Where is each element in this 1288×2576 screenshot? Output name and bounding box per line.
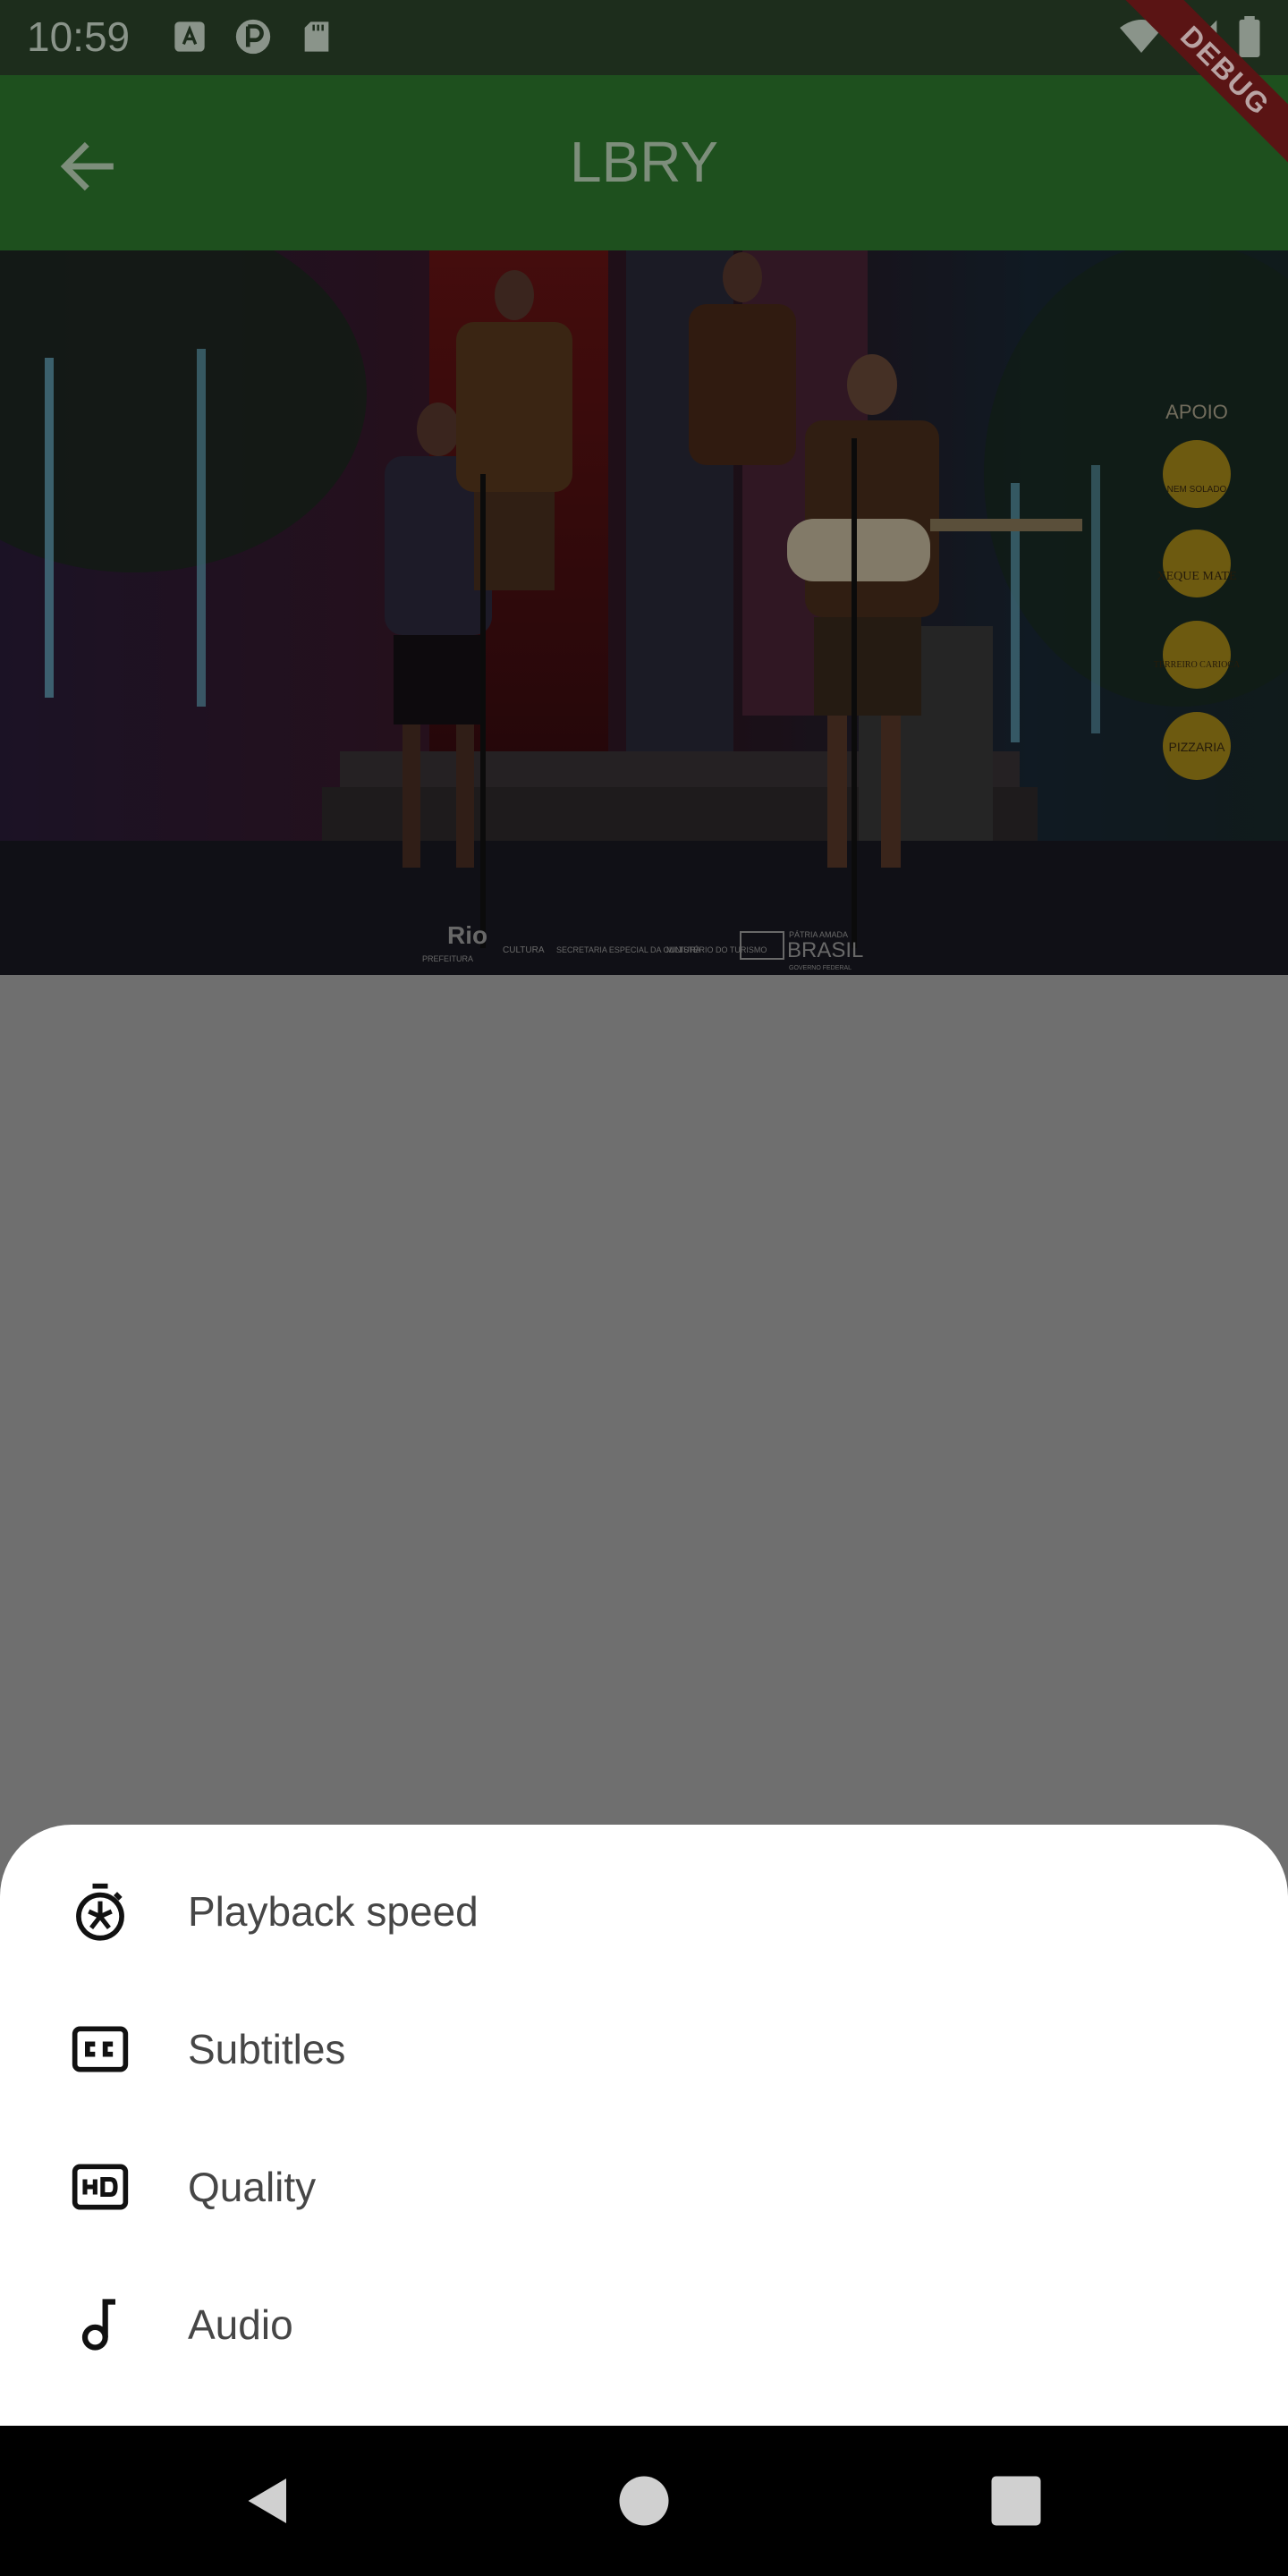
sheet-item-label: Playback speed	[188, 1888, 479, 1935]
status-notifications	[172, 16, 335, 57]
sheet-item-quality[interactable]: Quality	[0, 2118, 1288, 2256]
sheet-item-label: Quality	[188, 2164, 317, 2210]
back-nav-icon[interactable]	[242, 2474, 295, 2528]
hd-quality-icon	[72, 2164, 129, 2210]
status-time: 10:59	[27, 13, 131, 60]
sheet-item-subtitles[interactable]: Subtitles	[0, 1980, 1288, 2118]
debug-banner: DEBUG	[1091, 0, 1288, 197]
sheet-item-audio[interactable]: Audio	[0, 2256, 1288, 2394]
sd-card-icon	[304, 21, 329, 52]
sheet-item-label: Audio	[188, 2301, 293, 2348]
debug-label: DEBUG	[1109, 0, 1288, 187]
app-notification-icon	[235, 19, 271, 55]
system-navigation-bar	[0, 2426, 1288, 2576]
closed-captions-icon	[72, 2026, 129, 2072]
music-note-icon	[81, 2299, 115, 2351]
home-nav-icon[interactable]	[617, 2474, 671, 2528]
a-notification-icon	[174, 21, 205, 52]
sheet-item-playback-speed[interactable]: Playback speed	[0, 1843, 1288, 1980]
recents-nav-icon[interactable]	[989, 2474, 1043, 2528]
sheet-item-label: Subtitles	[188, 2026, 346, 2072]
modal-scrim[interactable]	[0, 250, 1288, 1825]
settings-bottom-sheet: Playback speed Subtitles Quality Audio	[0, 1825, 1288, 2426]
playback-speed-icon	[76, 1883, 124, 1941]
